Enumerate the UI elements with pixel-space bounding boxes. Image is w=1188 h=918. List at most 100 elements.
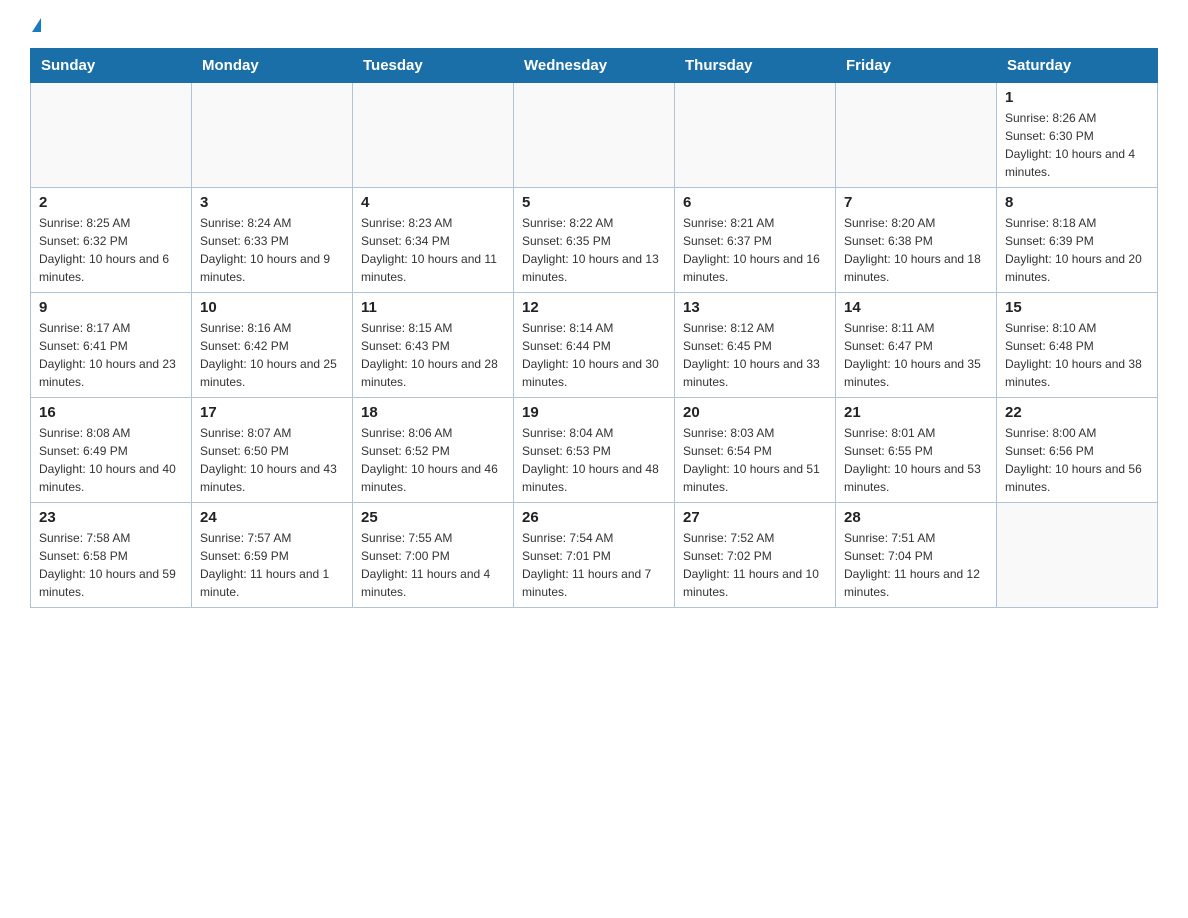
day-info: Sunrise: 8:17 AM Sunset: 6:41 PM Dayligh… xyxy=(39,319,183,391)
day-info: Sunrise: 8:21 AM Sunset: 6:37 PM Dayligh… xyxy=(683,214,827,286)
day-number: 11 xyxy=(361,299,505,316)
day-number: 25 xyxy=(361,509,505,526)
day-number: 9 xyxy=(39,299,183,316)
calendar-cell: 27Sunrise: 7:52 AM Sunset: 7:02 PM Dayli… xyxy=(675,503,836,608)
day-info: Sunrise: 8:18 AM Sunset: 6:39 PM Dayligh… xyxy=(1005,214,1149,286)
day-number: 14 xyxy=(844,299,988,316)
calendar-body: 1 Sunrise: 8:26 AM Sunset: 6:30 PM Daylig… xyxy=(31,83,1158,608)
day-number: 6 xyxy=(683,194,827,211)
day-number: 28 xyxy=(844,509,988,526)
day-number: 24 xyxy=(200,509,344,526)
day-number: 18 xyxy=(361,404,505,421)
calendar-cell: 9 Sunrise: 8:17 AM Sunset: 6:41 PM Daylig… xyxy=(31,293,192,398)
day-info: Sunrise: 8:00 AM Sunset: 6:56 PM Dayligh… xyxy=(1005,424,1149,496)
calendar-cell xyxy=(514,83,675,188)
day-number: 7 xyxy=(844,194,988,211)
day-info: Sunrise: 8:15 AM Sunset: 6:43 PM Dayligh… xyxy=(361,319,505,391)
day-number: 22 xyxy=(1005,404,1149,421)
day-number: 21 xyxy=(844,404,988,421)
day-number: 3 xyxy=(200,194,344,211)
calendar-cell: 14 Sunrise: 8:11 AM Sunset: 6:47 PM Dayli… xyxy=(836,293,997,398)
day-of-week-header: Saturday xyxy=(997,49,1158,83)
calendar-cell: 11 Sunrise: 8:15 AM Sunset: 6:43 PM Dayli… xyxy=(353,293,514,398)
calendar-table: SundayMondayTuesdayWednesdayThursdayFrid… xyxy=(30,48,1158,608)
day-number: 15 xyxy=(1005,299,1149,316)
calendar-cell: 16 Sunrise: 8:08 AM Sunset: 6:49 PM Dayli… xyxy=(31,398,192,503)
day-of-week-header: Monday xyxy=(192,49,353,83)
day-info: Sunrise: 8:26 AM Sunset: 6:30 PM Dayligh… xyxy=(1005,109,1149,181)
day-info: Sunrise: 8:06 AM Sunset: 6:52 PM Dayligh… xyxy=(361,424,505,496)
day-info: Sunrise: 8:20 AM Sunset: 6:38 PM Dayligh… xyxy=(844,214,988,286)
calendar-cell: 20Sunrise: 8:03 AM Sunset: 6:54 PM Dayli… xyxy=(675,398,836,503)
day-info: Sunrise: 8:16 AM Sunset: 6:42 PM Dayligh… xyxy=(200,319,344,391)
calendar-cell: 22 Sunrise: 8:00 AM Sunset: 6:56 PM Dayli… xyxy=(997,398,1158,503)
day-info: Sunrise: 8:11 AM Sunset: 6:47 PM Dayligh… xyxy=(844,319,988,391)
days-of-week-row: SundayMondayTuesdayWednesdayThursdayFrid… xyxy=(31,49,1158,83)
calendar-cell: 25 Sunrise: 7:55 AM Sunset: 7:00 PM Dayli… xyxy=(353,503,514,608)
day-number: 23 xyxy=(39,509,183,526)
calendar-week-row: 2 Sunrise: 8:25 AM Sunset: 6:32 PM Daylig… xyxy=(31,188,1158,293)
calendar-cell: 10 Sunrise: 8:16 AM Sunset: 6:42 PM Dayli… xyxy=(192,293,353,398)
calendar-cell: 17 Sunrise: 8:07 AM Sunset: 6:50 PM Dayli… xyxy=(192,398,353,503)
day-of-week-header: Friday xyxy=(836,49,997,83)
logo xyxy=(30,20,41,30)
calendar-cell: 2 Sunrise: 8:25 AM Sunset: 6:32 PM Daylig… xyxy=(31,188,192,293)
day-info: Sunrise: 8:08 AM Sunset: 6:49 PM Dayligh… xyxy=(39,424,183,496)
day-info: Sunrise: 8:22 AM Sunset: 6:35 PM Dayligh… xyxy=(522,214,666,286)
day-info: Sunrise: 8:25 AM Sunset: 6:32 PM Dayligh… xyxy=(39,214,183,286)
day-info: Sunrise: 8:07 AM Sunset: 6:50 PM Dayligh… xyxy=(200,424,344,496)
day-info: Sunrise: 8:04 AM Sunset: 6:53 PM Dayligh… xyxy=(522,424,666,496)
calendar-cell: 23 Sunrise: 7:58 AM Sunset: 6:58 PM Dayli… xyxy=(31,503,192,608)
logo-triangle-icon xyxy=(32,18,41,32)
day-number: 12 xyxy=(522,299,666,316)
calendar-cell: 8 Sunrise: 8:18 AM Sunset: 6:39 PM Daylig… xyxy=(997,188,1158,293)
day-number: 4 xyxy=(361,194,505,211)
calendar-week-row: 1 Sunrise: 8:26 AM Sunset: 6:30 PM Daylig… xyxy=(31,83,1158,188)
day-info: Sunrise: 8:01 AM Sunset: 6:55 PM Dayligh… xyxy=(844,424,988,496)
calendar-cell: 26 Sunrise: 7:54 AM Sunset: 7:01 PM Dayli… xyxy=(514,503,675,608)
day-of-week-header: Tuesday xyxy=(353,49,514,83)
calendar-cell: 3 Sunrise: 8:24 AM Sunset: 6:33 PM Daylig… xyxy=(192,188,353,293)
page-header xyxy=(30,20,1158,30)
calendar-cell: 21 Sunrise: 8:01 AM Sunset: 6:55 PM Dayli… xyxy=(836,398,997,503)
calendar-cell xyxy=(997,503,1158,608)
calendar-cell xyxy=(675,83,836,188)
calendar-week-row: 9 Sunrise: 8:17 AM Sunset: 6:41 PM Daylig… xyxy=(31,293,1158,398)
calendar-header: SundayMondayTuesdayWednesdayThursdayFrid… xyxy=(31,49,1158,83)
day-info: Sunrise: 8:24 AM Sunset: 6:33 PM Dayligh… xyxy=(200,214,344,286)
calendar-week-row: 16 Sunrise: 8:08 AM Sunset: 6:49 PM Dayli… xyxy=(31,398,1158,503)
day-number: 13 xyxy=(683,299,827,316)
day-of-week-header: Thursday xyxy=(675,49,836,83)
day-number: 16 xyxy=(39,404,183,421)
day-info: Sunrise: 7:58 AM Sunset: 6:58 PM Dayligh… xyxy=(39,529,183,601)
day-info: Sunrise: 8:10 AM Sunset: 6:48 PM Dayligh… xyxy=(1005,319,1149,391)
day-of-week-header: Wednesday xyxy=(514,49,675,83)
calendar-cell xyxy=(31,83,192,188)
day-number: 26 xyxy=(522,509,666,526)
calendar-cell xyxy=(353,83,514,188)
day-number: 19 xyxy=(522,404,666,421)
day-info: Sunrise: 8:12 AM Sunset: 6:45 PM Dayligh… xyxy=(683,319,827,391)
calendar-cell: 4 Sunrise: 8:23 AM Sunset: 6:34 PM Daylig… xyxy=(353,188,514,293)
day-info: Sunrise: 8:23 AM Sunset: 6:34 PM Dayligh… xyxy=(361,214,505,286)
day-number: 8 xyxy=(1005,194,1149,211)
day-number: 2 xyxy=(39,194,183,211)
calendar-cell xyxy=(192,83,353,188)
day-of-week-header: Sunday xyxy=(31,49,192,83)
day-info: Sunrise: 7:54 AM Sunset: 7:01 PM Dayligh… xyxy=(522,529,666,601)
day-number: 20 xyxy=(683,404,827,421)
calendar-cell: 28 Sunrise: 7:51 AM Sunset: 7:04 PM Dayli… xyxy=(836,503,997,608)
calendar-cell: 5Sunrise: 8:22 AM Sunset: 6:35 PM Daylig… xyxy=(514,188,675,293)
day-info: Sunrise: 7:51 AM Sunset: 7:04 PM Dayligh… xyxy=(844,529,988,601)
calendar-cell: 24 Sunrise: 7:57 AM Sunset: 6:59 PM Dayli… xyxy=(192,503,353,608)
day-number: 1 xyxy=(1005,89,1149,106)
day-info: Sunrise: 7:55 AM Sunset: 7:00 PM Dayligh… xyxy=(361,529,505,601)
calendar-cell: 18 Sunrise: 8:06 AM Sunset: 6:52 PM Dayli… xyxy=(353,398,514,503)
day-info: Sunrise: 7:57 AM Sunset: 6:59 PM Dayligh… xyxy=(200,529,344,601)
day-number: 17 xyxy=(200,404,344,421)
calendar-week-row: 23 Sunrise: 7:58 AM Sunset: 6:58 PM Dayli… xyxy=(31,503,1158,608)
day-info: Sunrise: 7:52 AM Sunset: 7:02 PM Dayligh… xyxy=(683,529,827,601)
calendar-cell: 7 Sunrise: 8:20 AM Sunset: 6:38 PM Daylig… xyxy=(836,188,997,293)
calendar-cell: 12Sunrise: 8:14 AM Sunset: 6:44 PM Dayli… xyxy=(514,293,675,398)
day-number: 10 xyxy=(200,299,344,316)
